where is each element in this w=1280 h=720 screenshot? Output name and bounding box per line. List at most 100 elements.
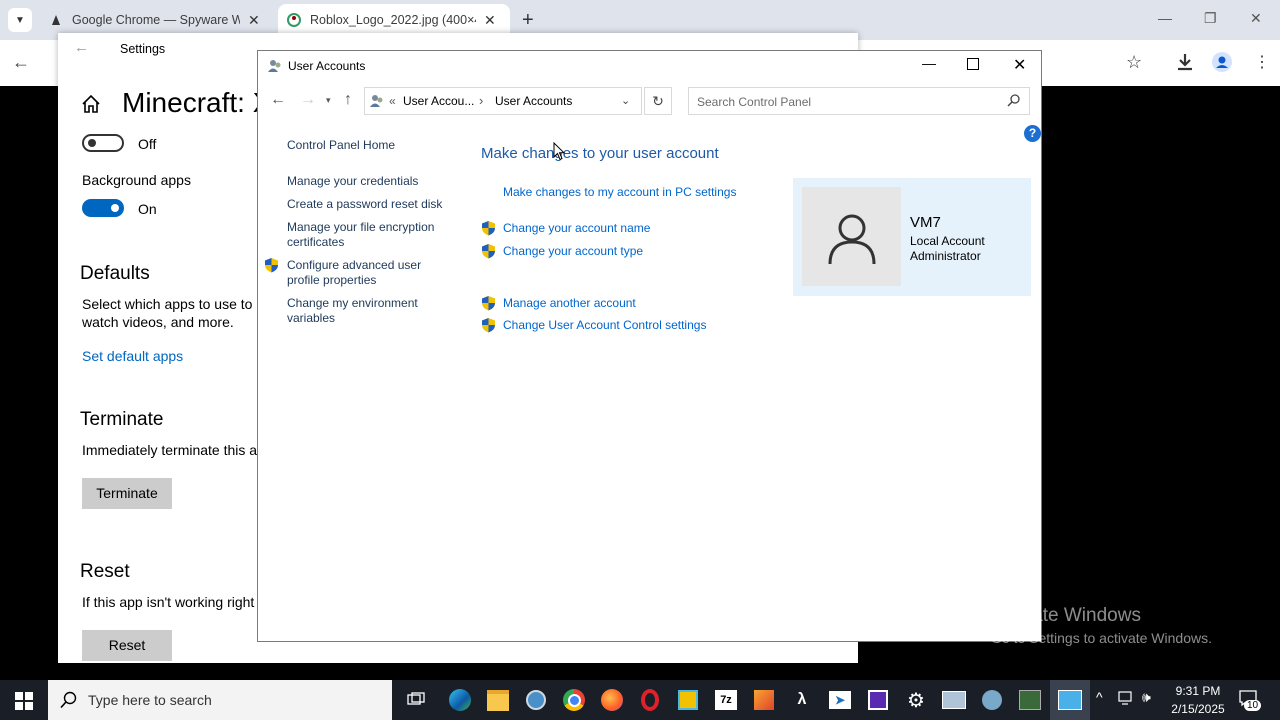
recent-locations-icon[interactable]: ▾ <box>326 95 331 106</box>
breadcrumb-item[interactable]: User Accou... <box>403 94 474 108</box>
toggle-state-label: Off <box>138 136 157 152</box>
firefox-icon[interactable] <box>600 688 624 712</box>
password-reset-disk-link[interactable]: Create a password reset disk <box>287 197 442 212</box>
pc-settings-link[interactable]: Make changes to my account in PC setting… <box>503 185 736 199</box>
link-line: variables <box>287 311 336 325</box>
breadcrumb-item[interactable]: User Accounts <box>495 94 572 108</box>
tool-app-icon[interactable] <box>980 688 1004 712</box>
close-icon[interactable]: ✕ <box>484 12 496 29</box>
taskmgr-icon[interactable] <box>1018 688 1042 712</box>
uac-shield-icon <box>481 295 496 314</box>
app-icon[interactable] <box>752 688 776 712</box>
network-app-icon[interactable] <box>942 688 966 712</box>
forward-arrow-icon[interactable]: → <box>300 91 316 109</box>
terminate-button[interactable]: Terminate <box>82 478 172 509</box>
maximize-icon[interactable] <box>967 58 979 70</box>
taskbar-search-box[interactable]: Type here to search <box>48 680 392 720</box>
show-hidden-icons-icon[interactable]: ^ <box>1096 689 1103 705</box>
chevron-down-icon[interactable]: ⌄ <box>621 94 630 107</box>
network-icon[interactable] <box>1118 691 1134 708</box>
account-name: VM7 <box>910 214 941 231</box>
chrome-tab-2[interactable]: Roblox_Logo_2022.jpg (400×40 ✕ <box>278 4 510 36</box>
back-arrow-icon[interactable]: ← <box>270 91 286 109</box>
task-view-icon[interactable] <box>404 688 428 712</box>
minimize-icon[interactable]: — <box>922 55 936 71</box>
change-account-type-link[interactable]: Change your account type <box>503 244 643 258</box>
refresh-icon[interactable]: ↻ <box>644 87 672 115</box>
address-bar[interactable]: « User Accou... › User Accounts ⌄ <box>364 87 642 115</box>
back-arrow-icon[interactable]: ← <box>74 39 89 56</box>
tab-search-button[interactable]: ▼ <box>8 8 32 32</box>
close-icon[interactable]: ✕ <box>1250 10 1262 27</box>
remote-app-icon[interactable] <box>676 688 700 712</box>
search-icon[interactable] <box>1007 93 1021 110</box>
link-line: Manage your file encryption <box>287 220 435 234</box>
defaults-heading: Defaults <box>80 263 150 284</box>
profile-icon[interactable] <box>1212 52 1232 75</box>
link-line: Change my environment <box>287 296 418 310</box>
home-icon[interactable] <box>80 93 102 118</box>
activation-watermark-title: Activate Windows <box>991 605 1141 626</box>
network-globe-icon[interactable] <box>524 688 548 712</box>
reset-heading: Reset <box>80 561 130 582</box>
gear-icon[interactable]: ⚙ <box>904 688 928 712</box>
settings-header: Settings <box>120 42 166 56</box>
breadcrumb-overflow[interactable]: « <box>389 94 396 108</box>
mouse-cursor-icon <box>553 141 566 164</box>
toggle-state-label: On <box>138 201 157 217</box>
new-tab-icon[interactable]: + <box>522 9 534 32</box>
edge-icon[interactable] <box>448 688 472 712</box>
set-default-apps-link[interactable]: Set default apps <box>82 348 183 364</box>
windows-start-icon[interactable] <box>15 692 33 713</box>
uac-shield-icon <box>481 243 496 262</box>
tab-title: Google Chrome — Spyware W... <box>72 13 240 27</box>
activation-watermark-text: Go to Settings to activate Windows. <box>991 630 1212 646</box>
close-icon[interactable]: ✕ <box>1013 55 1026 75</box>
cpu-app-icon[interactable] <box>866 688 890 712</box>
user-accounts-taskbar-button[interactable] <box>1050 680 1090 720</box>
user-accounts-icon <box>267 58 283 77</box>
file-explorer-icon[interactable] <box>486 688 510 712</box>
restore-icon[interactable]: ❐ <box>1204 10 1217 27</box>
terminate-heading: Terminate <box>80 409 164 430</box>
volume-icon[interactable]: 🕪 <box>1142 689 1151 706</box>
background-apps-toggle[interactable] <box>82 199 124 217</box>
more-menu-icon[interactable]: ⋮ <box>1254 52 1270 72</box>
clock-date[interactable]: 2/15/2025 <box>1166 702 1230 716</box>
control-panel-home-link[interactable]: Control Panel Home <box>287 138 395 153</box>
help-icon[interactable]: ? <box>1024 125 1041 142</box>
reset-button[interactable]: Reset <box>82 630 172 661</box>
account-card: VM7 Local Account Administrator <box>793 178 1031 296</box>
uac-shield-icon <box>264 257 279 276</box>
file-encryption-link[interactable]: Manage your file encryption certificates <box>287 220 434 250</box>
seven-zip-icon[interactable]: 7z <box>714 688 738 712</box>
close-icon[interactable]: ✕ <box>248 12 260 29</box>
clock-time[interactable]: 9:31 PM <box>1173 684 1223 698</box>
uac-shield-icon <box>481 220 496 239</box>
tab-title: Roblox_Logo_2022.jpg (400×40 <box>310 13 476 27</box>
search-placeholder: Type here to search <box>88 692 212 708</box>
manage-credentials-link[interactable]: Manage your credentials <box>287 174 418 189</box>
up-arrow-icon[interactable]: ↑ <box>344 91 352 109</box>
background-apps-label: Background apps <box>82 172 191 188</box>
environment-variables-link[interactable]: Change my environment variables <box>287 296 418 326</box>
chrome-tab-1[interactable]: Google Chrome — Spyware W... ✕ <box>48 4 268 36</box>
minimize-icon[interactable]: — <box>1158 10 1172 26</box>
defaults-text-1: Select which apps to use to l <box>82 296 260 312</box>
avatar <box>802 187 901 286</box>
terminate-text: Immediately terminate this a <box>82 442 258 458</box>
back-arrow-icon[interactable]: ← <box>12 52 30 73</box>
change-account-name-link[interactable]: Change your account name <box>503 221 650 235</box>
advanced-profile-link[interactable]: Configure advanced user profile properti… <box>287 258 421 288</box>
toggle-switch-off[interactable] <box>82 134 124 152</box>
manage-another-account-link[interactable]: Manage another account <box>503 296 636 310</box>
download-icon[interactable] <box>1176 52 1194 75</box>
ide-icon[interactable]: λ <box>790 688 814 712</box>
powershell-icon[interactable]: ➤ <box>828 688 852 712</box>
chrome-icon[interactable] <box>562 688 586 712</box>
wikimedia-favicon-icon <box>286 12 302 28</box>
bookmark-star-icon[interactable]: ☆ <box>1126 52 1142 73</box>
uac-settings-link[interactable]: Change User Account Control settings <box>503 318 706 332</box>
opera-icon[interactable] <box>638 688 662 712</box>
search-control-panel-input[interactable]: Search Control Panel <box>688 87 1030 115</box>
